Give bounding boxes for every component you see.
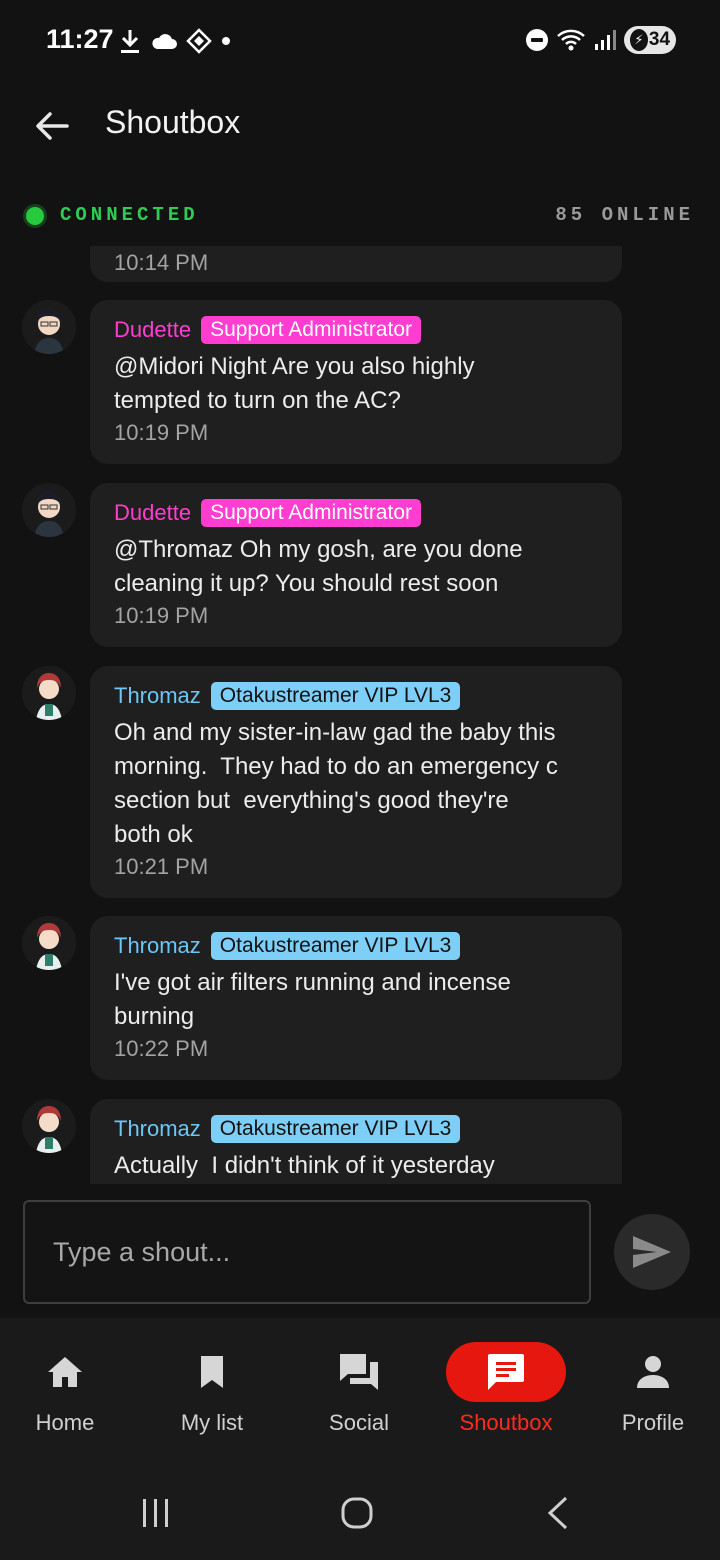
page-title: Shoutbox: [105, 104, 241, 140]
chevron-left-icon: [547, 1496, 568, 1530]
username[interactable]: Thromaz: [114, 1116, 201, 1142]
avatar[interactable]: [22, 916, 76, 970]
chat-icon: [488, 1354, 524, 1390]
shoutbox-screen: 11:27 ⚡ 34 Shoutbox CONNECTED 85 ONLINE: [0, 0, 720, 1560]
status-bar: 11:27 ⚡ 34: [0, 0, 720, 84]
message-bubble: Dudette Support Administrator @Thromaz O…: [90, 483, 622, 647]
system-nav-bar: [0, 1458, 720, 1560]
message-bubble: Thromaz Otakustreamer VIP LVL3 Actually …: [90, 1099, 622, 1184]
message-time: 10:19 PM: [114, 420, 209, 445]
avatar[interactable]: [22, 483, 76, 537]
home-circle-icon: [341, 1497, 373, 1529]
nav-item-my-list[interactable]: My list: [140, 1342, 284, 1446]
nav-label: Social: [329, 1410, 389, 1435]
shout-input[interactable]: [23, 1200, 591, 1304]
message-time: 10:21 PM: [114, 854, 209, 879]
charging-bolt-icon: ⚡: [629, 29, 648, 51]
status-left-icons: [118, 28, 232, 54]
avatar-dudette-icon: [22, 300, 76, 354]
avatar-thromaz-icon: [22, 1099, 76, 1153]
bookmark-icon: [201, 1356, 223, 1388]
role-badge: Otakustreamer VIP LVL3: [210, 682, 461, 710]
forum-icon: [340, 1354, 378, 1390]
message-text: @Midori Night Are you also highly tempte…: [114, 353, 475, 414]
message-list[interactable]: 10:14 PM Dudette Support Administrator @…: [0, 246, 720, 1184]
message-time: 10:14 PM: [114, 250, 209, 275]
dot-icon: [222, 37, 230, 45]
nav-label: My list: [180, 1410, 244, 1435]
message-header: Thromaz Otakustreamer VIP LVL3: [114, 1113, 600, 1145]
status-right-icons: ⚡ 34: [526, 26, 676, 54]
message-text: Actually I didn't think of it yesterday: [114, 1152, 495, 1179]
home-icon: [48, 1357, 82, 1387]
home-system-button[interactable]: [327, 1488, 387, 1538]
back-system-button[interactable]: [528, 1488, 588, 1538]
message-header: Thromaz Otakustreamer VIP LVL3: [114, 930, 600, 962]
nav-item-profile[interactable]: Profile: [581, 1342, 720, 1446]
recents-button[interactable]: [126, 1488, 186, 1538]
avatar[interactable]: [22, 1099, 76, 1153]
nav-label: Home: [35, 1410, 95, 1435]
nav-label: Profile: [621, 1410, 685, 1435]
message-time: 10:19 PM: [114, 603, 209, 628]
battery-level: 34: [648, 29, 671, 50]
battery-icon: ⚡ 34: [624, 26, 676, 54]
send-button[interactable]: [614, 1214, 690, 1290]
avatar-thromaz-icon: [22, 666, 76, 720]
message-bubble: Dudette Support Administrator @Midori Ni…: [90, 300, 622, 464]
nav-label: Shoutbox: [459, 1410, 553, 1435]
recents-icon: [143, 1499, 168, 1527]
message-bubble: Thromaz Otakustreamer VIP LVL3 Oh and my…: [90, 666, 622, 898]
app-bar: Shoutbox: [0, 84, 720, 168]
message-bubble-partial: 10:14 PM: [90, 246, 622, 282]
connection-status-row: CONNECTED 85 ONLINE: [0, 196, 720, 236]
role-badge: Support Administrator: [201, 316, 421, 344]
username[interactable]: Thromaz: [114, 683, 201, 709]
avatar[interactable]: [22, 666, 76, 720]
wifi-icon: [557, 29, 585, 51]
vpn-icon: [186, 28, 212, 54]
cloud-icon: [152, 34, 177, 49]
username[interactable]: Dudette: [114, 500, 191, 526]
shout-composer: [0, 1184, 720, 1318]
message-header: Thromaz Otakustreamer VIP LVL3: [114, 680, 600, 712]
role-badge: Otakustreamer VIP LVL3: [210, 932, 461, 960]
arrow-back-icon: [36, 112, 69, 140]
message-bubble: Thromaz Otakustreamer VIP LVL3 I've got …: [90, 916, 622, 1080]
role-badge: Otakustreamer VIP LVL3: [210, 1115, 461, 1143]
connected-indicator-icon: [26, 207, 44, 225]
nav-item-home[interactable]: Home: [0, 1342, 137, 1446]
online-count: 85 ONLINE: [555, 204, 694, 226]
connection-status: CONNECTED: [60, 204, 199, 226]
download-icon: [121, 30, 139, 53]
send-icon: [633, 1236, 671, 1268]
message-text: I've got air filters running and incense…: [114, 969, 511, 1030]
role-badge: Support Administrator: [201, 499, 421, 527]
message-text: Oh and my sister-in-law gad the baby thi…: [114, 719, 558, 848]
bottom-nav: Home My list Social Shoutbox Profile: [0, 1318, 720, 1458]
message-header: Dudette Support Administrator: [114, 314, 600, 346]
username[interactable]: Thromaz: [114, 933, 201, 959]
username[interactable]: Dudette: [114, 317, 191, 343]
nav-item-shoutbox[interactable]: Shoutbox: [434, 1342, 578, 1446]
signal-icon: [595, 30, 616, 50]
person-icon: [637, 1356, 669, 1388]
avatar-thromaz-icon: [22, 916, 76, 970]
back-button[interactable]: [30, 104, 74, 148]
nav-item-social[interactable]: Social: [287, 1342, 431, 1446]
status-time: 11:27: [46, 24, 114, 54]
message-header: Dudette Support Administrator: [114, 497, 600, 529]
dnd-icon: [526, 29, 548, 51]
avatar[interactable]: [22, 300, 76, 354]
message-time: 10:22 PM: [114, 1036, 209, 1061]
avatar-dudette-icon: [22, 483, 76, 537]
message-text: @Thromaz Oh my gosh, are you done cleani…: [114, 536, 523, 597]
